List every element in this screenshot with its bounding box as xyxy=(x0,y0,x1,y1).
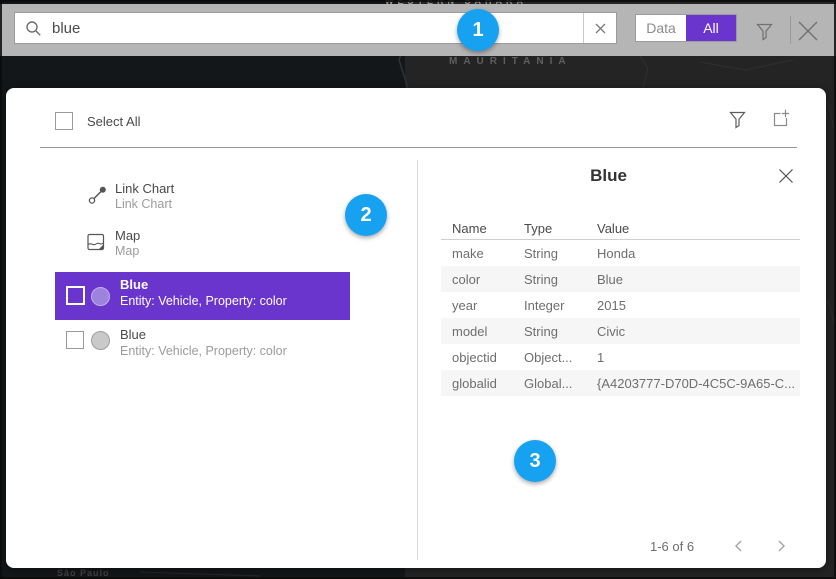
search-results-panel: Select All Link Chart Link Chart Map Map… xyxy=(6,88,826,568)
cell-type: Integer xyxy=(524,298,597,313)
entity-node-icon-gray xyxy=(91,331,110,350)
list-item-blue-title: Blue xyxy=(120,277,148,292)
panel-header-divider xyxy=(40,147,797,148)
cell-name: color xyxy=(452,272,524,287)
map-label-mauritania: MAURITANIA xyxy=(449,56,572,67)
chevron-left-icon xyxy=(731,537,747,555)
list-item-map-title[interactable]: Map xyxy=(115,228,140,243)
list-item-blue2-subtitle: Entity: Vehicle, Property: color xyxy=(120,344,287,358)
list-item-blue-selected[interactable]: Blue Entity: Vehicle, Property: color xyxy=(55,272,350,320)
cell-value: 1 xyxy=(597,350,800,365)
close-search-button[interactable] xyxy=(797,20,819,42)
column-header-type: Type xyxy=(524,221,597,236)
data-all-toggle: Data All xyxy=(635,14,737,42)
list-item-blue-subtitle: Entity: Vehicle, Property: color xyxy=(120,294,287,308)
column-header-name: Name xyxy=(452,221,524,236)
cell-value: Honda xyxy=(597,246,800,261)
table-row: color String Blue xyxy=(441,266,800,292)
table-row: globalid Global... {A4203777-D70D-4C5C-9… xyxy=(441,370,800,396)
column-header-value: Value xyxy=(597,221,800,236)
list-item-link-chart-title[interactable]: Link Chart xyxy=(115,181,174,196)
select-all-checkbox[interactable] xyxy=(55,112,73,130)
blue2-checkbox[interactable] xyxy=(66,331,84,349)
cell-type: String xyxy=(524,246,597,261)
screenshot-root: WESTERN SAHARA MAURITANIA São Paulo Data… xyxy=(0,0,836,579)
search-toolbar: Data All xyxy=(0,4,836,56)
table-row: make String Honda xyxy=(441,240,800,266)
annotation-badge-3: 3 xyxy=(514,440,556,482)
cell-name: make xyxy=(452,246,524,261)
cell-value: 2015 xyxy=(597,298,800,313)
cell-value: Blue xyxy=(597,272,800,287)
detail-close-button[interactable] xyxy=(778,168,794,184)
clear-icon xyxy=(595,23,606,34)
link-chart-icon xyxy=(88,185,108,210)
table-row: objectid Object... 1 xyxy=(441,344,800,370)
list-item-map-subtitle: Map xyxy=(115,244,139,258)
cell-type: String xyxy=(524,272,597,287)
map-icon xyxy=(87,233,105,256)
search-input[interactable] xyxy=(42,20,583,37)
add-to-selection-icon[interactable] xyxy=(771,109,791,134)
search-icon xyxy=(25,20,42,37)
table-row: model String Civic xyxy=(441,318,800,344)
cell-value: Civic xyxy=(597,324,800,339)
close-icon xyxy=(797,20,819,42)
table-header-row: Name Type Value xyxy=(441,218,800,240)
toolbar-divider xyxy=(790,16,791,44)
table-row: year Integer 2015 xyxy=(441,292,800,318)
pagination-next-button[interactable] xyxy=(773,537,789,555)
search-input-container xyxy=(14,12,617,44)
list-item-link-chart-subtitle: Link Chart xyxy=(115,197,172,211)
cell-type: Object... xyxy=(524,350,597,365)
cell-name: model xyxy=(452,324,524,339)
entity-node-icon xyxy=(91,287,110,306)
cell-name: globalid xyxy=(452,376,524,391)
blue-selected-checkbox[interactable] xyxy=(66,286,85,305)
cell-name: year xyxy=(452,298,524,313)
detail-title: Blue xyxy=(417,166,800,186)
cell-type: Global... xyxy=(524,376,597,391)
annotation-badge-1: 1 xyxy=(457,9,499,51)
cell-name: objectid xyxy=(452,350,524,365)
results-filter-icon[interactable] xyxy=(729,111,746,134)
list-item-blue2-title[interactable]: Blue xyxy=(120,327,146,342)
chevron-right-icon xyxy=(773,537,789,555)
toggle-option-all[interactable]: All xyxy=(686,15,736,41)
toggle-option-data[interactable]: Data xyxy=(636,15,686,41)
cell-value: {A4203777-D70D-4C5C-9A65-C... xyxy=(597,376,800,391)
annotation-badge-2: 2 xyxy=(345,194,387,236)
list-detail-divider xyxy=(417,160,418,560)
clear-search-button[interactable] xyxy=(583,13,616,43)
attribute-table: Name Type Value make String Honda color … xyxy=(441,218,800,396)
map-label-sao-paulo: São Paulo xyxy=(57,568,110,578)
cell-type: String xyxy=(524,324,597,339)
close-icon xyxy=(778,168,794,184)
select-all-label: Select All xyxy=(87,114,140,129)
pagination-prev-button[interactable] xyxy=(731,537,747,555)
pagination-label: 1-6 of 6 xyxy=(650,539,694,554)
filter-icon[interactable] xyxy=(756,23,773,46)
